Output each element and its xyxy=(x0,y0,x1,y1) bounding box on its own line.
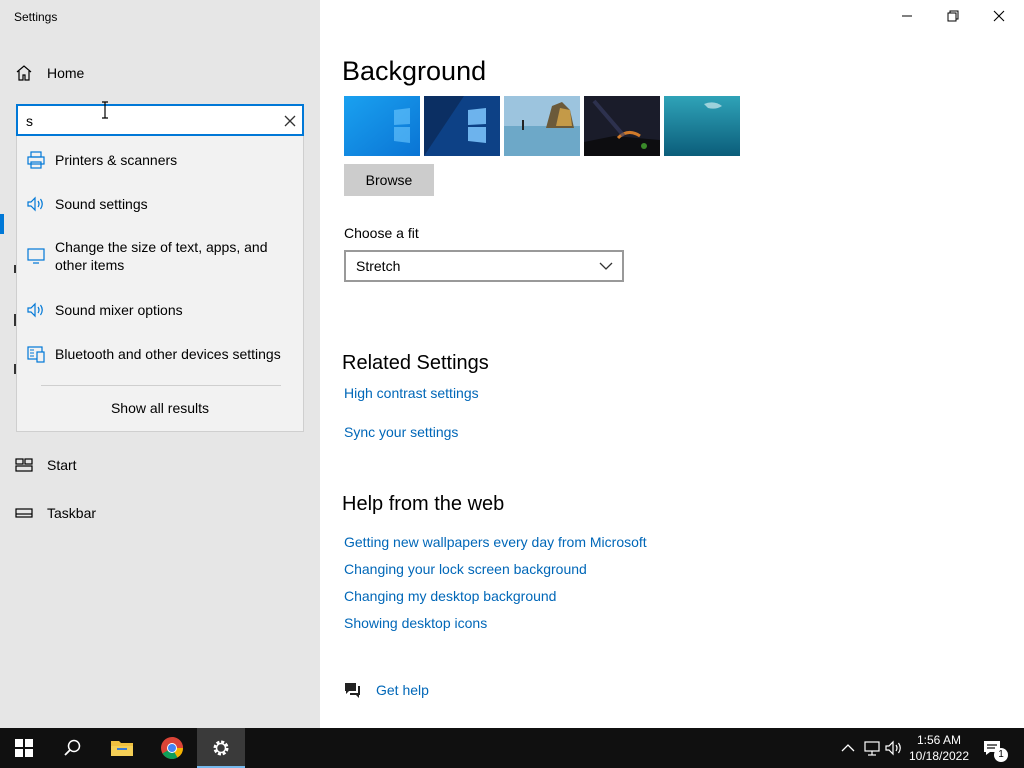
chrome-icon xyxy=(161,737,183,759)
network-icon[interactable] xyxy=(862,738,882,758)
chat-help-icon xyxy=(345,683,360,698)
suggestion-sound-settings[interactable]: Sound settings xyxy=(17,192,303,216)
taskbar-icon xyxy=(15,508,33,518)
show-all-results-button[interactable]: Show all results xyxy=(17,400,303,416)
sidebar-item-taskbar[interactable]: Taskbar xyxy=(0,495,320,531)
search-input[interactable] xyxy=(26,111,266,131)
suggestion-label: Bluetooth and other devices settings xyxy=(55,346,281,362)
wallpaper-thumbnail-4[interactable] xyxy=(584,96,660,156)
wallpaper-thumbnail-5[interactable] xyxy=(664,96,740,156)
chevron-up-icon[interactable] xyxy=(838,738,858,758)
home-icon xyxy=(16,65,32,81)
search-icon xyxy=(64,739,81,756)
choose-fit-label: Choose a fit xyxy=(344,225,419,241)
sidebar-home-label: Home xyxy=(47,65,85,81)
page-title: Background xyxy=(342,56,487,86)
help-link-lock-screen[interactable]: Changing your lock screen background xyxy=(344,561,587,577)
chevron-down-icon xyxy=(599,262,613,270)
suggestion-sound-mixer[interactable]: Sound mixer options xyxy=(17,298,303,322)
gear-icon xyxy=(213,740,229,756)
main-content: Background Browse Choose a fit Stretch R… xyxy=(320,0,1024,728)
help-link-wallpapers[interactable]: Getting new wallpapers every day from Mi… xyxy=(344,534,647,550)
get-help-link[interactable]: Get help xyxy=(376,682,429,698)
file-explorer-button[interactable] xyxy=(98,728,146,768)
sidebar-item-label: Taskbar xyxy=(47,505,97,521)
suggestion-bluetooth[interactable]: Bluetooth and other devices settings xyxy=(17,342,303,366)
sync-settings-link[interactable]: Sync your settings xyxy=(344,424,458,440)
browse-button[interactable]: Browse xyxy=(344,164,434,196)
suggestion-label: Sound mixer options xyxy=(55,302,183,318)
wallpaper-thumbnail-1[interactable] xyxy=(344,96,420,156)
search-suggestions: Printers & scanners Sound settings Chang… xyxy=(16,136,304,432)
speaker-icon xyxy=(27,196,43,212)
suggestion-label: Change the size of text, apps, and other… xyxy=(55,239,268,273)
search-box[interactable] xyxy=(16,104,304,136)
close-icon[interactable] xyxy=(280,111,300,131)
monitor-icon xyxy=(27,248,45,264)
volume-icon[interactable] xyxy=(884,738,904,758)
window-title: Settings xyxy=(14,10,58,24)
text-cursor-icon xyxy=(102,101,108,119)
suggestion-printers[interactable]: Printers & scanners xyxy=(17,148,303,172)
taskbar: 1:56 AM 10/18/2022 1 xyxy=(0,728,1024,768)
clock-date: 10/18/2022 xyxy=(908,749,970,763)
start-button[interactable] xyxy=(0,728,48,768)
selected-item-indicator xyxy=(0,214,4,234)
high-contrast-link[interactable]: High contrast settings xyxy=(344,385,479,401)
related-settings-heading: Related Settings xyxy=(342,352,489,374)
help-link-desktop-background[interactable]: Changing my desktop background xyxy=(344,588,556,604)
speaker-icon xyxy=(27,302,43,318)
folder-icon xyxy=(111,741,133,756)
chrome-button[interactable] xyxy=(148,728,196,768)
sidebar-item-home[interactable]: Home xyxy=(0,55,320,91)
suggestion-label: Sound settings xyxy=(55,196,148,212)
notification-count-badge: 1 xyxy=(994,748,1008,762)
help-link-desktop-icons[interactable]: Showing desktop icons xyxy=(344,615,487,631)
settings-window: Settings Home Start Taskbar s Printers &… xyxy=(0,0,1024,728)
devices-icon xyxy=(27,346,45,363)
help-heading: Help from the web xyxy=(342,493,505,515)
printer-icon xyxy=(27,151,45,169)
suggestions-divider xyxy=(41,385,281,386)
taskbar-search-button[interactable] xyxy=(48,728,96,768)
sidebar-item-label: Start xyxy=(47,457,77,473)
sidebar: Settings Home Start Taskbar s Printers &… xyxy=(0,0,320,728)
clock-time: 1:56 AM xyxy=(916,733,962,747)
choose-fit-value: Stretch xyxy=(356,258,401,274)
start-layout-icon xyxy=(15,458,33,472)
suggestion-text-size[interactable]: Change the size of text, apps, and other… xyxy=(17,236,303,276)
wallpaper-thumbnail-3[interactable] xyxy=(504,96,580,156)
choose-fit-dropdown[interactable]: Stretch xyxy=(344,250,624,282)
system-clock[interactable]: 1:56 AM 10/18/2022 xyxy=(906,732,972,764)
settings-taskbar-button[interactable] xyxy=(197,728,245,768)
wallpaper-thumbnail-2[interactable] xyxy=(424,96,500,156)
sidebar-item-start[interactable]: Start xyxy=(0,447,320,483)
suggestion-label: Printers & scanners xyxy=(55,152,178,168)
windows-logo-icon xyxy=(15,739,33,757)
